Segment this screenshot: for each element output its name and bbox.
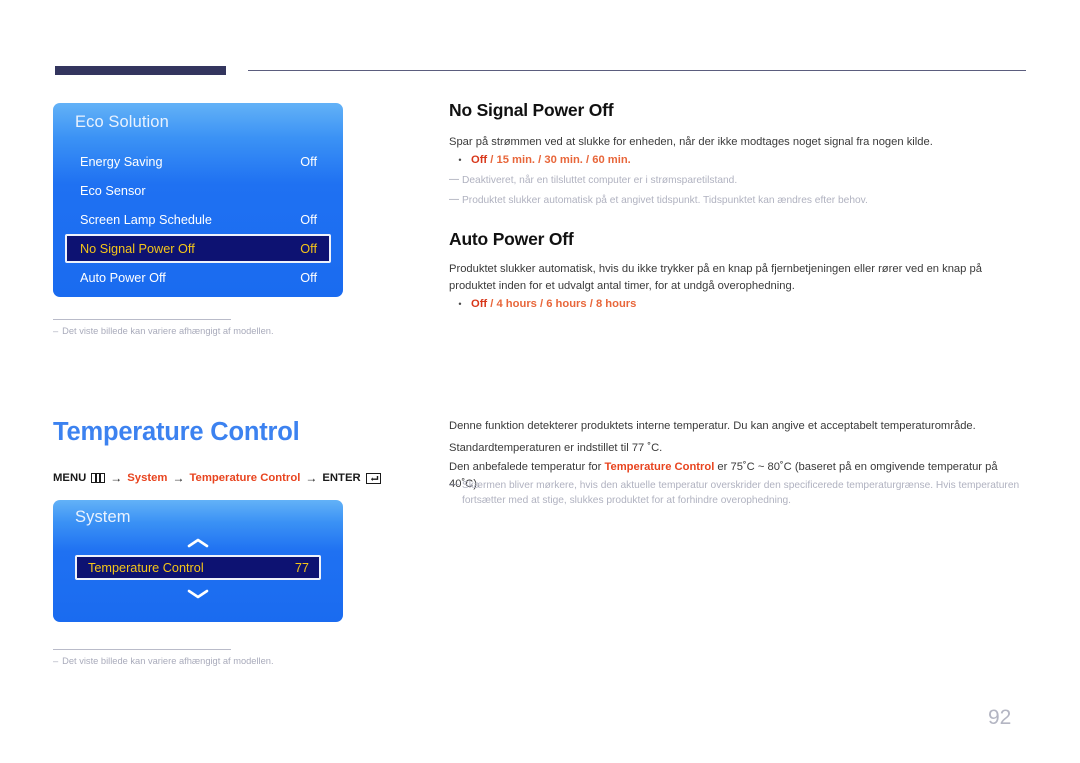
osd-row-auto-power-off[interactable]: Auto Power Off Off bbox=[65, 263, 331, 292]
eco-panel-note: – Det viste billede kan variere afhængigt… bbox=[53, 326, 274, 336]
note-body: Deaktiveret, når en tilsluttet computer … bbox=[462, 175, 738, 186]
note-body: Det viste billede kan variere afhængigt … bbox=[62, 656, 274, 666]
osd-row-no-signal-power-off[interactable]: No Signal Power Off Off bbox=[65, 234, 331, 263]
osd-row-label: Energy Saving bbox=[80, 154, 163, 169]
osd-panel-title: System bbox=[75, 508, 131, 526]
temp-line3-part1: Den anbefalede temperatur for bbox=[449, 461, 605, 473]
topic-title-auto-power-off: Auto Power Off bbox=[449, 229, 574, 249]
osd-row-value: Off bbox=[300, 212, 317, 227]
topic-note-no-signal-1: — Deaktiveret, når en tilsluttet compute… bbox=[449, 174, 1026, 189]
option-other-values: / 4 hours / 6 hours / 8 hours bbox=[487, 298, 637, 310]
breadcrumb-arrow-1: → bbox=[110, 471, 123, 485]
breadcrumb-menu-label: MENU bbox=[53, 472, 87, 484]
osd-row-value: Off bbox=[300, 241, 317, 256]
chevron-up-icon[interactable] bbox=[53, 537, 343, 549]
osd-row-label: Temperature Control bbox=[88, 560, 204, 575]
osd-panel-eco-solution: Eco Solution Energy Saving Off Eco Senso… bbox=[53, 103, 343, 297]
osd-row-label: Auto Power Off bbox=[80, 270, 166, 285]
system-panel-note: – Det viste billede kan variere afhængigt… bbox=[53, 656, 274, 666]
topic-note-no-signal-2: — Produktet slukker automatisk på et ang… bbox=[449, 194, 1026, 209]
note-dash: — bbox=[449, 479, 459, 490]
note-body: Produktet slukker automatisk på et angiv… bbox=[462, 195, 868, 206]
topic-description-auto-power-off: Produktet slukker automatisk, hvis du ik… bbox=[449, 263, 982, 292]
osd-row-value: Off bbox=[300, 270, 317, 285]
note-dash: – bbox=[53, 326, 59, 336]
osd-row-label: Eco Sensor bbox=[80, 183, 146, 198]
osd-row-eco-sensor[interactable]: Eco Sensor bbox=[65, 176, 331, 205]
osd-row-energy-saving[interactable]: Energy Saving Off bbox=[65, 147, 331, 176]
eco-note-divider bbox=[53, 319, 231, 320]
breadcrumb-enter-label: ENTER bbox=[322, 472, 361, 484]
header-accent-bar bbox=[55, 66, 226, 75]
osd-row-screen-lamp-schedule[interactable]: Screen Lamp Schedule Off bbox=[65, 205, 331, 234]
topic-title-no-signal-power-off: No Signal Power Off bbox=[449, 100, 614, 120]
note-body: Det viste billede kan variere afhængigt … bbox=[62, 326, 274, 336]
option-default-value: Off bbox=[471, 298, 488, 310]
osd-row-label: No Signal Power Off bbox=[80, 241, 195, 256]
menu-bars-icon bbox=[91, 473, 106, 483]
bullet-dot: • bbox=[458, 155, 462, 165]
page-number: 92 bbox=[988, 706, 1012, 729]
option-list-auto-power-off: • Off / 4 hours / 6 hours / 8 hours bbox=[449, 296, 1026, 313]
breadcrumb-arrow-3: → bbox=[305, 471, 318, 485]
header-divider-line bbox=[248, 70, 1026, 71]
breadcrumb-item-system[interactable]: System bbox=[127, 472, 167, 484]
topic-description-no-signal-power-off: Spar på strømmen ved at slukke for enhed… bbox=[449, 136, 933, 148]
bullet-dot: • bbox=[458, 299, 462, 309]
option-other-values: / 15 min. / 30 min. / 60 min. bbox=[487, 154, 631, 166]
osd-panel-system: System Temperature Control 77 bbox=[53, 500, 343, 622]
osd-panel-title: Eco Solution bbox=[75, 113, 169, 131]
note-body: Skærmen bliver mørkere, hvis den aktuell… bbox=[462, 480, 1020, 506]
temperature-control-note: — Skærmen bliver mørkere, hvis den aktue… bbox=[449, 479, 1026, 509]
enter-return-icon bbox=[365, 472, 381, 484]
osd-row-value: 77 bbox=[294, 560, 309, 575]
osd-row-value: Off bbox=[300, 154, 317, 169]
page-title: Temperature Control bbox=[53, 418, 300, 446]
chevron-down-icon[interactable] bbox=[53, 588, 343, 600]
osd-menu-list: Energy Saving Off Eco Sensor Screen Lamp… bbox=[65, 147, 331, 292]
temp-line3-accent: Temperature Control bbox=[604, 461, 715, 473]
note-dash: — bbox=[449, 194, 459, 205]
system-note-divider bbox=[53, 649, 231, 650]
osd-row-label: Screen Lamp Schedule bbox=[80, 212, 212, 227]
note-dash: – bbox=[53, 656, 59, 666]
temperature-control-line-1: Denne funktion detekterer produktets int… bbox=[449, 420, 976, 432]
note-dash: — bbox=[449, 174, 459, 185]
breadcrumb-item-temperature-control[interactable]: Temperature Control bbox=[189, 472, 300, 484]
osd-row-temperature-control[interactable]: Temperature Control 77 bbox=[75, 555, 321, 580]
breadcrumb: MENU → System → Temperature Control → EN… bbox=[53, 471, 381, 485]
option-default-value: Off bbox=[471, 154, 488, 166]
option-list-no-signal-power-off: • Off / 15 min. / 30 min. / 60 min. bbox=[449, 152, 1026, 169]
temperature-control-line-2: Standardtemperaturen er indstillet til 7… bbox=[449, 442, 663, 454]
breadcrumb-arrow-2: → bbox=[172, 471, 185, 485]
